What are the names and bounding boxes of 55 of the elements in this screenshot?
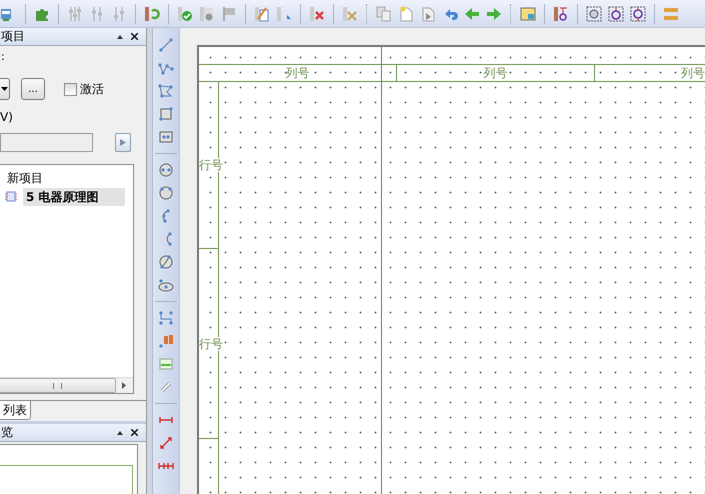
horizontal-scrollbar[interactable] (0, 377, 133, 393)
symbol-icon[interactable] (553, 6, 569, 22)
column-label: 列号 (681, 66, 705, 80)
circle-icon[interactable] (158, 185, 174, 201)
caret-icon (1, 87, 8, 91)
dropdown[interactable] (0, 78, 10, 100)
row-label: 行号 (199, 158, 223, 172)
field-label: V) (0, 109, 14, 125)
scroll-right-icon[interactable] (122, 382, 126, 389)
close-icon[interactable] (131, 33, 138, 40)
collapse-icon[interactable] (117, 34, 123, 38)
circles-icon[interactable] (586, 6, 602, 22)
rectangle-icon[interactable] (158, 106, 174, 122)
close-icon[interactable] (131, 429, 138, 436)
panel-title: 览 (1, 424, 13, 441)
circle-icon[interactable] (630, 6, 646, 22)
tree-item[interactable]: 5 电器原理图 (23, 188, 125, 206)
checkbox[interactable] (64, 82, 77, 96)
check-icon[interactable] (177, 6, 193, 22)
collapse-icon[interactable] (117, 430, 123, 434)
line-icon[interactable] (158, 37, 174, 53)
checkbox-label: 激活 (80, 80, 104, 98)
left-arrow-icon[interactable] (464, 6, 480, 22)
column-label: 列号 (286, 66, 310, 80)
pie-icon[interactable] (158, 254, 174, 270)
new-page-icon[interactable] (398, 6, 414, 22)
input-field[interactable] (0, 132, 93, 152)
panel-title: 项目 (1, 28, 25, 45)
right-arrow-icon[interactable] (486, 6, 502, 22)
field-label: : (1, 50, 6, 64)
column-label: 列号 (484, 66, 508, 80)
tree-item[interactable]: 新项目 (4, 168, 46, 186)
row-label: 行号 (199, 336, 223, 350)
rectangle-icon[interactable] (158, 129, 174, 145)
play-icon (120, 138, 126, 146)
sliders-icon[interactable] (67, 6, 83, 22)
flag-icon[interactable] (221, 6, 237, 22)
tab[interactable]: 列表 (0, 401, 31, 420)
image-icon[interactable] (158, 356, 174, 372)
table-icon[interactable] (520, 6, 536, 22)
chip-icon (4, 190, 18, 203)
dimension-icon[interactable] (158, 435, 174, 451)
browse-button[interactable]: ... (21, 78, 45, 100)
sliders-icon[interactable] (89, 6, 105, 22)
page-arrow-icon[interactable] (420, 6, 436, 22)
polygon-icon[interactable] (158, 83, 174, 99)
delete-icon[interactable] (309, 6, 325, 22)
connector-icon[interactable] (158, 310, 174, 326)
circle-icon[interactable] (158, 162, 174, 178)
sliders-icon[interactable] (111, 6, 127, 22)
copy-icon[interactable] (376, 6, 392, 22)
refresh-icon[interactable] (144, 6, 160, 22)
ellipse-icon[interactable] (158, 277, 174, 293)
go-button[interactable] (115, 132, 131, 152)
pencil-icon[interactable] (254, 6, 270, 22)
